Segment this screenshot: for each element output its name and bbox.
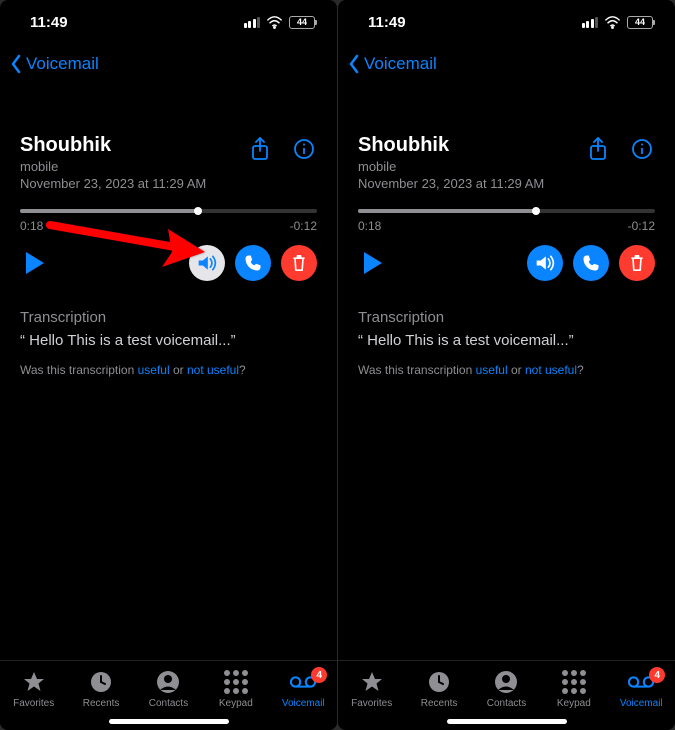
voicemail-detail: Shoubhik mobile November 23, 2023 at 11:… bbox=[0, 84, 337, 660]
transcription-text: “ Hello This is a test voicemail...” bbox=[20, 332, 317, 349]
tab-recents[interactable]: Recents bbox=[409, 669, 469, 709]
time-elapsed: 0:18 bbox=[358, 219, 381, 233]
time-remaining: -0:12 bbox=[290, 219, 317, 233]
phone-icon bbox=[244, 254, 262, 272]
tab-bar: Favorites Recents Contacts Keypad Voicem… bbox=[338, 660, 675, 730]
tab-contacts[interactable]: Contacts bbox=[476, 669, 536, 709]
voicemail-badge: 4 bbox=[311, 667, 327, 683]
time-remaining: -0:12 bbox=[628, 219, 655, 233]
transcription-heading: Transcription bbox=[358, 309, 655, 326]
clock-icon bbox=[88, 669, 114, 695]
voicemail-timestamp: November 23, 2023 at 11:29 AM bbox=[358, 176, 544, 191]
status-bar: 11:49 44 bbox=[338, 0, 675, 44]
caller-label: mobile bbox=[20, 159, 206, 174]
feedback-useful-link[interactable]: useful bbox=[476, 363, 508, 377]
tab-keypad[interactable]: Keypad bbox=[544, 669, 604, 709]
caller-name: Shoubhik bbox=[20, 134, 206, 157]
battery-icon: 44 bbox=[289, 16, 315, 29]
transcription-feedback: Was this transcription useful or not use… bbox=[20, 363, 317, 377]
share-button[interactable] bbox=[585, 136, 611, 162]
tab-contacts[interactable]: Contacts bbox=[138, 669, 198, 709]
share-icon bbox=[588, 137, 608, 161]
share-icon bbox=[250, 137, 270, 161]
feedback-not-useful-link[interactable]: not useful bbox=[525, 363, 577, 377]
back-label: Voicemail bbox=[364, 54, 437, 74]
playback-scrubber[interactable]: 0:18 -0:12 bbox=[358, 209, 655, 233]
play-button[interactable] bbox=[20, 248, 50, 278]
delete-button[interactable] bbox=[281, 245, 317, 281]
star-icon bbox=[21, 669, 47, 695]
speaker-button[interactable] bbox=[189, 245, 225, 281]
trash-icon bbox=[291, 254, 307, 272]
delete-button[interactable] bbox=[619, 245, 655, 281]
home-indicator[interactable] bbox=[447, 719, 567, 724]
transcription-feedback: Was this transcription useful or not use… bbox=[358, 363, 655, 377]
back-nav[interactable]: Voicemail bbox=[338, 44, 675, 84]
caller-label: mobile bbox=[358, 159, 544, 174]
voicemail-badge: 4 bbox=[649, 667, 665, 683]
status-right: 44 bbox=[582, 16, 654, 29]
feedback-not-useful-link[interactable]: not useful bbox=[187, 363, 239, 377]
cellular-signal-icon bbox=[582, 17, 599, 28]
voicemail-detail: Shoubhik mobile November 23, 2023 at 11:… bbox=[338, 84, 675, 660]
cellular-signal-icon bbox=[244, 17, 261, 28]
tab-voicemail[interactable]: Voicemail 4 bbox=[611, 669, 671, 709]
tab-recents[interactable]: Recents bbox=[71, 669, 131, 709]
tab-bar: Favorites Recents Contacts Keypad Voicem… bbox=[0, 660, 337, 730]
info-button[interactable] bbox=[291, 136, 317, 162]
tab-voicemail[interactable]: Voicemail 4 bbox=[273, 669, 333, 709]
transcription-text: “ Hello This is a test voicemail...” bbox=[358, 332, 655, 349]
tab-keypad[interactable]: Keypad bbox=[206, 669, 266, 709]
phone-screen-right: 11:49 44 Voicemail Shoubhik mobile Novem… bbox=[338, 0, 675, 730]
speaker-button[interactable] bbox=[527, 245, 563, 281]
playback-scrubber[interactable]: 0:18 -0:12 bbox=[20, 209, 317, 233]
tab-favorites[interactable]: Favorites bbox=[342, 669, 402, 709]
phone-screen-left: 11:49 44 Voicemail Shoubhik mobile Novem… bbox=[0, 0, 337, 730]
time-elapsed: 0:18 bbox=[20, 219, 43, 233]
wifi-icon bbox=[604, 16, 621, 29]
play-icon bbox=[24, 250, 46, 276]
play-button[interactable] bbox=[358, 248, 388, 278]
speaker-icon bbox=[535, 254, 555, 272]
play-icon bbox=[362, 250, 384, 276]
phone-icon bbox=[582, 254, 600, 272]
speaker-icon bbox=[197, 254, 217, 272]
keypad-icon bbox=[561, 669, 587, 695]
keypad-icon bbox=[223, 669, 249, 695]
back-label: Voicemail bbox=[26, 54, 99, 74]
transcription-heading: Transcription bbox=[20, 309, 317, 326]
chevron-left-icon bbox=[10, 54, 22, 74]
caller-name: Shoubhik bbox=[358, 134, 544, 157]
person-circle-icon bbox=[493, 669, 519, 695]
star-icon bbox=[359, 669, 385, 695]
wifi-icon bbox=[266, 16, 283, 29]
info-button[interactable] bbox=[629, 136, 655, 162]
info-icon bbox=[631, 138, 653, 160]
status-right: 44 bbox=[244, 16, 316, 29]
status-time: 11:49 bbox=[368, 14, 406, 31]
home-indicator[interactable] bbox=[109, 719, 229, 724]
tab-favorites[interactable]: Favorites bbox=[4, 669, 64, 709]
voicemail-timestamp: November 23, 2023 at 11:29 AM bbox=[20, 176, 206, 191]
feedback-useful-link[interactable]: useful bbox=[138, 363, 170, 377]
info-icon bbox=[293, 138, 315, 160]
clock-icon bbox=[426, 669, 452, 695]
call-back-button[interactable] bbox=[573, 245, 609, 281]
chevron-left-icon bbox=[348, 54, 360, 74]
back-nav[interactable]: Voicemail bbox=[0, 44, 337, 84]
call-back-button[interactable] bbox=[235, 245, 271, 281]
trash-icon bbox=[629, 254, 645, 272]
battery-icon: 44 bbox=[627, 16, 653, 29]
status-bar: 11:49 44 bbox=[0, 0, 337, 44]
person-circle-icon bbox=[155, 669, 181, 695]
status-time: 11:49 bbox=[30, 14, 68, 31]
share-button[interactable] bbox=[247, 136, 273, 162]
